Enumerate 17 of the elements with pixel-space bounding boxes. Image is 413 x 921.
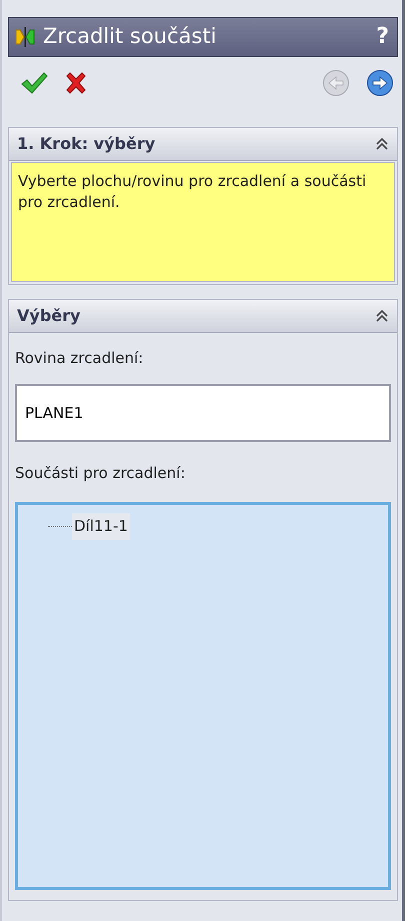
input-field[interactable]: PLANE1 [15, 384, 391, 442]
list-label: Součásti pro zrcadlení: [15, 462, 186, 484]
collapse-button[interactable] [375, 309, 389, 323]
collapse-button[interactable] [375, 137, 389, 151]
group-title: Výběry [17, 305, 82, 327]
tree-item[interactable]: Díl11-1 [72, 513, 130, 540]
help-button[interactable]: ? [376, 26, 389, 48]
checkmark-icon [20, 71, 48, 95]
close-icon [64, 71, 88, 95]
next-button[interactable] [366, 69, 394, 97]
window-title: Zrcadlit součásti [43, 23, 218, 50]
field-label: Rovina zrcadlení: [15, 348, 144, 369]
ok-button[interactable] [20, 71, 48, 95]
cancel-button[interactable] [64, 71, 88, 95]
mirror-icon [15, 26, 35, 48]
group-title: 1. Krok: výběry [17, 133, 156, 155]
message-text: Vyberte plochu/rovinu pro zrcadlení a součásti pro zrcadlení. [11, 162, 395, 282]
